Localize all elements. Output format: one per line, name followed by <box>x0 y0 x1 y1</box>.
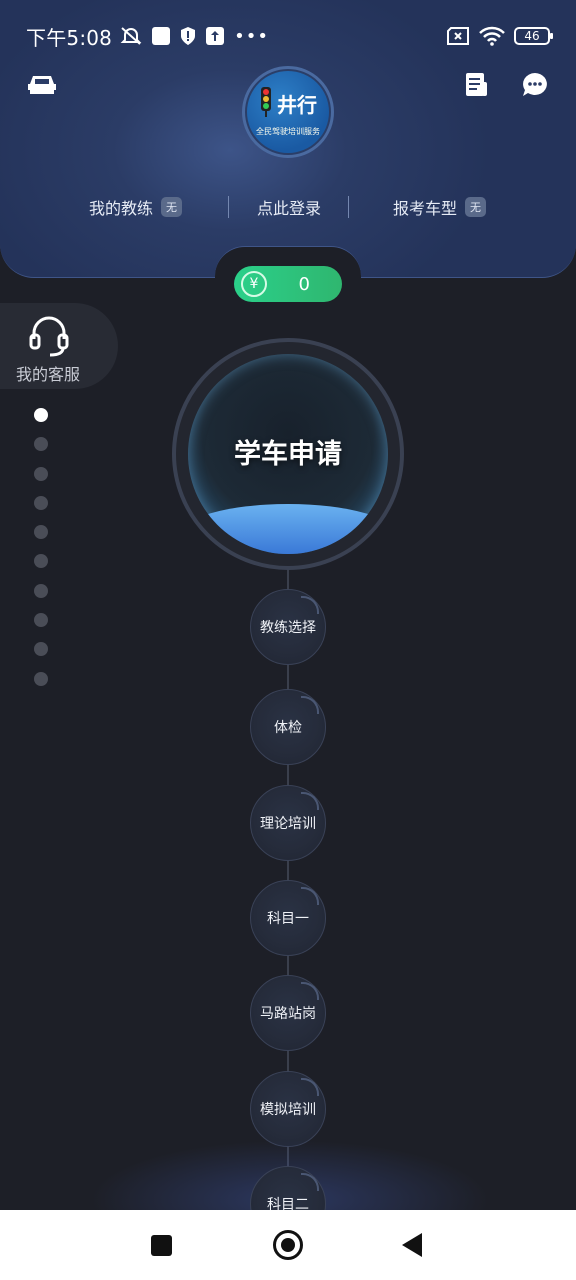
customer-service-label: 我的客服 <box>16 365 81 384</box>
step-theory-training[interactable]: 理论培训 <box>250 785 326 861</box>
shield-icon <box>181 27 196 45</box>
divider <box>228 196 229 218</box>
back-icon[interactable] <box>402 1233 422 1257</box>
mute-icon <box>120 27 142 45</box>
page-dot[interactable] <box>34 613 48 628</box>
header-info-row: 我的教练 无 点此登录 报考车型 无 <box>0 192 576 222</box>
battery-level: 46 <box>524 29 540 43</box>
logo-name: 井行 <box>277 93 317 117</box>
sim-x-icon <box>447 27 469 45</box>
car-icon[interactable] <box>28 72 56 98</box>
square-icon <box>152 27 171 45</box>
page-dot[interactable] <box>34 525 48 540</box>
step-road-duty[interactable]: 马路站岗 <box>250 975 326 1051</box>
step-subject-one[interactable]: 科目一 <box>250 880 326 956</box>
my-coach-label: 我的教练 <box>89 199 154 218</box>
status-bar: 下午5:08 ••• 46 <box>26 18 553 54</box>
wifi-icon <box>479 26 505 46</box>
main-step-label: 学车申请 <box>234 439 342 470</box>
divider <box>348 196 349 218</box>
page-dot[interactable] <box>34 408 48 422</box>
step-label: 教练选择 <box>260 620 316 636</box>
page-dot[interactable] <box>34 642 48 657</box>
page-indicator <box>34 408 48 701</box>
logo-tagline: 全民驾驶培训服务 <box>256 127 320 136</box>
my-coach-badge: 无 <box>161 197 183 217</box>
more-dots-icon: ••• <box>234 25 269 47</box>
step-coach-selection[interactable]: 教练选择 <box>250 589 326 665</box>
my-coach-item[interactable]: 我的教练 无 <box>89 192 183 222</box>
headset-icon <box>29 316 69 357</box>
step-physical-exam[interactable]: 体检 <box>250 689 326 765</box>
page-dot[interactable] <box>34 554 48 569</box>
page-dot[interactable] <box>34 466 48 481</box>
page-dot[interactable] <box>34 437 48 452</box>
step-label: 马路站岗 <box>260 1006 316 1022</box>
water-wave <box>188 504 388 554</box>
license-type-badge: 无 <box>465 197 487 217</box>
license-type-label: 报考车型 <box>393 199 458 218</box>
yen-icon: ¥ <box>241 271 267 297</box>
traffic-light-icon <box>261 87 271 117</box>
step-simulation-training[interactable]: 模拟培训 <box>250 1071 326 1147</box>
status-time: 下午5:08 <box>26 25 113 50</box>
page-dot[interactable] <box>34 495 48 510</box>
page-dot[interactable] <box>34 583 48 598</box>
recent-apps-icon[interactable] <box>151 1235 172 1256</box>
customer-service-button[interactable]: 我的客服 <box>0 303 118 389</box>
document-icon[interactable] <box>464 72 488 98</box>
chat-icon[interactable] <box>522 72 548 98</box>
page-dot[interactable] <box>34 671 48 686</box>
upload-icon <box>206 27 225 45</box>
step-label: 科目一 <box>267 911 309 927</box>
app-logo: 井行 全民驾驶培训服务 <box>247 71 329 153</box>
battery-icon: 46 <box>514 27 553 45</box>
home-icon[interactable] <box>273 1230 303 1260</box>
login-label[interactable]: 点此登录 <box>257 195 321 219</box>
step-label: 理论培训 <box>260 816 316 832</box>
wallet-balance-pill[interactable]: ¥ 0 <box>234 266 342 302</box>
login-link[interactable]: 点此登录 <box>257 192 321 222</box>
step-label: 体检 <box>274 720 302 736</box>
license-type-item[interactable]: 报考车型 无 <box>393 192 487 222</box>
wallet-amount: 0 <box>298 273 310 295</box>
step-label: 模拟培训 <box>260 1102 316 1118</box>
